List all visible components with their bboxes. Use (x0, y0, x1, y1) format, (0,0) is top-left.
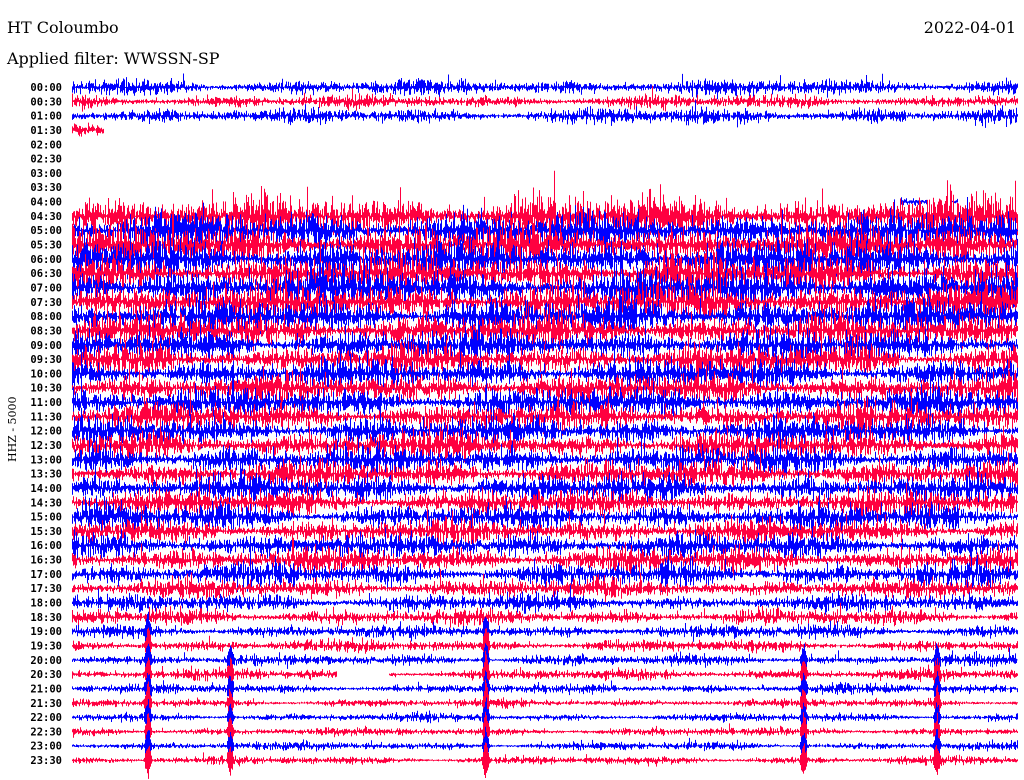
time-label: 12:30 (30, 440, 62, 452)
helicorder-plot: 00:00 00:30 01:00 01:30 02:00 02:30 03:00 03:30… (6, 73, 1018, 779)
time-label: 16:00 (30, 540, 62, 552)
y-axis-label: HHZ - 5000 (6, 396, 19, 462)
time-label: 15:00 (30, 512, 62, 524)
time-label: 20:30 (30, 669, 62, 681)
time-label: 13:30 (30, 469, 62, 481)
time-label: 21:00 (30, 683, 62, 695)
time-label: 01:30 (30, 125, 62, 137)
time-label: 08:30 (30, 325, 62, 337)
time-label: 15:30 (30, 526, 62, 538)
time-label: 10:00 (30, 368, 62, 380)
time-label: 14:00 (30, 483, 62, 495)
time-label: 11:00 (30, 397, 62, 409)
time-label: 17:30 (30, 583, 62, 595)
time-label: 03:30 (30, 182, 62, 194)
time-label: 05:30 (30, 240, 62, 252)
time-label: 17:00 (30, 569, 62, 581)
time-label: 22:30 (30, 726, 62, 738)
time-label: 10:30 (30, 383, 62, 395)
time-label: 09:30 (30, 354, 62, 366)
time-label: 20:00 (30, 655, 62, 667)
time-label: 02:30 (30, 154, 62, 166)
time-label: 05:00 (30, 225, 62, 237)
time-label: 12:00 (30, 426, 62, 438)
time-label: 07:30 (30, 297, 62, 309)
time-label: 03:00 (30, 168, 62, 180)
time-label: 04:30 (30, 211, 62, 223)
time-label: 09:00 (30, 340, 62, 352)
time-label: 18:00 (30, 598, 62, 610)
time-label: 11:30 (30, 411, 62, 423)
time-label: 23:00 (30, 741, 62, 753)
time-label: 22:00 (30, 712, 62, 724)
time-label: 00:00 (30, 82, 62, 94)
time-label: 02:00 (30, 139, 62, 151)
time-label: 06:30 (30, 268, 62, 280)
time-label: 06:00 (30, 254, 62, 266)
time-label: 07:00 (30, 282, 62, 294)
time-label: 14:30 (30, 497, 62, 509)
time-label: 04:00 (30, 197, 62, 209)
time-label: 13:00 (30, 454, 62, 466)
time-label: 18:30 (30, 612, 62, 624)
time-label: 00:30 (30, 96, 62, 108)
trace-0130 (72, 122, 104, 137)
trace-0000 (72, 73, 1018, 100)
time-label: 16:30 (30, 555, 62, 567)
time-label: 08:00 (30, 311, 62, 323)
time-label: 19:30 (30, 640, 62, 652)
time-label: 01:00 (30, 111, 62, 123)
trace-0100 (72, 100, 1018, 128)
time-label: 21:30 (30, 698, 62, 710)
time-label: 19:00 (30, 626, 62, 638)
time-label: 23:30 (30, 755, 62, 767)
